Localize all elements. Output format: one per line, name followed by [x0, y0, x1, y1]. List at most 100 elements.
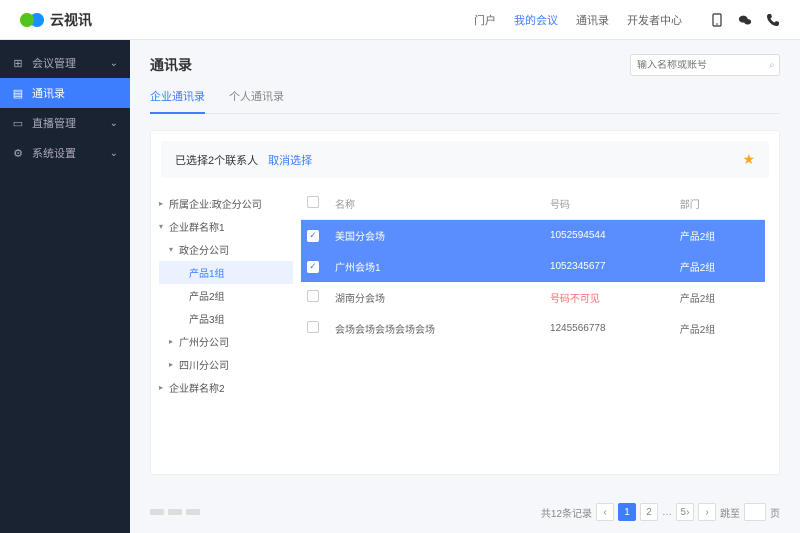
search-input[interactable] [637, 60, 769, 71]
tree-node-label: 广州分公司 [179, 334, 229, 349]
sidebar-item-label: 通讯录 [32, 85, 65, 101]
cancel-selection-link[interactable]: 取消选择 [268, 152, 312, 168]
sidebar-item-contacts[interactable]: ▤ 通讯录 [0, 78, 130, 108]
pager-prev-button[interactable]: ‹ [596, 503, 614, 521]
tab-personal-contacts[interactable]: 个人通讯录 [229, 88, 284, 113]
table-row[interactable]: 湖南分会场号码不可见产品2组 [301, 282, 765, 313]
pager-indicator [150, 509, 200, 515]
selection-bar: 已选择2个联系人 取消选择 ★ [161, 141, 769, 178]
cell-dept: 产品2组 [674, 251, 765, 282]
sidebar-item-live-mgmt[interactable]: ▭ 直播管理 ⌄ [0, 108, 130, 138]
col-dept: 部门 [674, 188, 765, 220]
table-row[interactable]: 会场会场会场会场会场1245566778产品2组 [301, 313, 765, 344]
tree-node[interactable]: ▸所属企业:政企分公司 [159, 192, 293, 215]
row-checkbox[interactable] [307, 321, 319, 333]
cell-name: 美国分会场 [329, 220, 544, 252]
tab-enterprise-contacts[interactable]: 企业通讯录 [150, 88, 205, 114]
tree-node-label: 企业群名称2 [169, 380, 225, 395]
tree-caret-icon: ▸ [159, 199, 169, 208]
tree-node-label: 四川分公司 [179, 357, 229, 372]
sidebar-item-meeting-mgmt[interactable]: ⊞ 会议管理 ⌄ [0, 48, 130, 78]
wechat-icon[interactable] [738, 13, 752, 27]
table-row[interactable]: 美国分会场1052594544产品2组 [301, 220, 765, 252]
selection-count: 已选择2个联系人 [175, 152, 258, 168]
phone-icon[interactable] [766, 13, 780, 27]
contacts-panel: 已选择2个联系人 取消选择 ★ ▸所属企业:政企分公司▾企业群名称1▾政企分公司… [150, 130, 780, 475]
row-checkbox[interactable] [307, 261, 319, 273]
tree-node[interactable]: 产品2组 [159, 284, 293, 307]
cell-name: 广州会场1 [329, 251, 544, 282]
brand-logo: 云视讯 [20, 10, 92, 30]
sidebar-item-label: 会议管理 [32, 55, 76, 71]
chevron-down-icon: ⌄ [110, 118, 118, 129]
page-title: 通讯录 [150, 55, 192, 75]
select-all-checkbox[interactable] [307, 196, 319, 208]
org-tree: ▸所属企业:政企分公司▾企业群名称1▾政企分公司产品1组产品2组产品3组▸广州分… [151, 178, 301, 474]
sidebar: ⊞ 会议管理 ⌄ ▤ 通讯录 ▭ 直播管理 ⌄ ⚙ 系统设置 ⌄ [0, 40, 130, 533]
star-icon[interactable]: ★ [742, 151, 755, 168]
tree-node[interactable]: ▾企业群名称1 [159, 215, 293, 238]
pager-next-button[interactable]: › [698, 503, 716, 521]
tree-node-label: 企业群名称1 [169, 219, 225, 234]
cell-dept: 产品2组 [674, 282, 765, 313]
logo-icon [20, 13, 44, 27]
cell-number: 1052345677 [544, 251, 674, 282]
cell-dept: 产品2组 [674, 313, 765, 344]
contacts-table: 名称 号码 部门 美国分会场1052594544产品2组广州会场11052345… [301, 188, 765, 344]
pagination: 共12条记录 ‹ 1 2 … 5› › 跳至 页 [130, 491, 800, 533]
tree-node-label: 产品1组 [189, 265, 225, 280]
cell-name: 会场会场会场会场会场 [329, 313, 544, 344]
cell-dept: 产品2组 [674, 220, 765, 252]
app-header: 云视讯 门户 我的会议 通讯录 开发者中心 [0, 0, 800, 40]
sidebar-item-system-settings[interactable]: ⚙ 系统设置 ⌄ [0, 138, 130, 168]
pager-jump-suffix: 页 [770, 505, 780, 520]
tree-caret-icon: ▾ [169, 245, 179, 254]
contacts-table-wrapper: 名称 号码 部门 美国分会场1052594544产品2组广州会场11052345… [301, 178, 779, 474]
pager-page-1[interactable]: 1 [618, 503, 636, 521]
tree-node[interactable]: ▸四川分公司 [159, 353, 293, 376]
search-input-wrapper[interactable]: ⌕ [630, 54, 780, 76]
contacts-tabs: 企业通讯录 个人通讯录 [150, 88, 780, 114]
pager-jump-label: 跳至 [720, 505, 740, 520]
list-icon: ▤ [12, 87, 24, 100]
chevron-down-icon: ⌄ [110, 148, 118, 159]
tree-node-label: 所属企业:政企分公司 [169, 196, 262, 211]
tree-node[interactable]: ▾政企分公司 [159, 238, 293, 261]
tree-node[interactable]: ▸广州分公司 [159, 330, 293, 353]
cell-number: 1245566778 [544, 313, 674, 344]
chevron-down-icon: ⌄ [110, 58, 118, 69]
cell-number: 1052594544 [544, 220, 674, 252]
nav-developer-center[interactable]: 开发者中心 [627, 12, 682, 28]
tree-node[interactable]: 产品1组 [159, 261, 293, 284]
nav-contacts[interactable]: 通讯录 [576, 12, 609, 28]
cell-name: 湖南分会场 [329, 282, 544, 313]
grid-icon: ⊞ [12, 57, 24, 70]
table-row[interactable]: 广州会场11052345677产品2组 [301, 251, 765, 282]
pager-forward-5[interactable]: 5› [676, 503, 694, 521]
gear-icon: ⚙ [12, 147, 24, 160]
tree-caret-icon: ▸ [169, 360, 179, 369]
total-records: 共12条记录 [541, 505, 592, 520]
tree-caret-icon: ▾ [159, 222, 169, 231]
pager-page-2[interactable]: 2 [640, 503, 658, 521]
col-number: 号码 [544, 188, 674, 220]
col-name: 名称 [329, 188, 544, 220]
nav-my-meetings[interactable]: 我的会议 [514, 12, 558, 28]
tree-node[interactable]: ▸企业群名称2 [159, 376, 293, 399]
nav-portal[interactable]: 门户 [474, 12, 496, 28]
search-icon: ⌕ [769, 60, 775, 71]
mobile-icon[interactable] [710, 13, 724, 27]
pager-jump-input[interactable] [744, 503, 766, 521]
tree-node[interactable]: 产品3组 [159, 307, 293, 330]
row-checkbox[interactable] [307, 290, 319, 302]
brand-name: 云视讯 [50, 10, 92, 30]
tree-caret-icon: ▸ [169, 337, 179, 346]
row-checkbox[interactable] [307, 230, 319, 242]
rect-icon: ▭ [12, 117, 24, 130]
tree-node-label: 产品2组 [189, 288, 225, 303]
pager-ellipsis: … [662, 507, 672, 518]
sidebar-item-label: 系统设置 [32, 145, 76, 161]
cell-number: 号码不可见 [544, 282, 674, 313]
tree-node-label: 产品3组 [189, 311, 225, 326]
tree-caret-icon: ▸ [159, 383, 169, 392]
